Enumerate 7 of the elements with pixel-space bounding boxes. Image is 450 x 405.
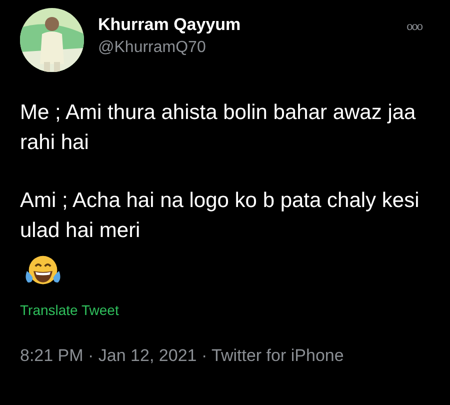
author-name[interactable]: Khurram Qayyum (98, 15, 407, 35)
more-button[interactable]: ooo (406, 21, 422, 33)
translate-link[interactable]: Translate Tweet (20, 302, 430, 318)
tweet-text: Ami ; Acha hai na logo ko b pata chaly kesi ulad hai meri (20, 188, 420, 244)
author-handle[interactable]: @KhurramQ70 (98, 39, 407, 57)
tweet-text: Me ; Ami thura ahista bolin bahar awaz jaa rahi hai (20, 100, 417, 156)
tweet-timestamp: 8:21 PM · Jan 12, 2021 · Twitter for iPhone (20, 346, 345, 366)
